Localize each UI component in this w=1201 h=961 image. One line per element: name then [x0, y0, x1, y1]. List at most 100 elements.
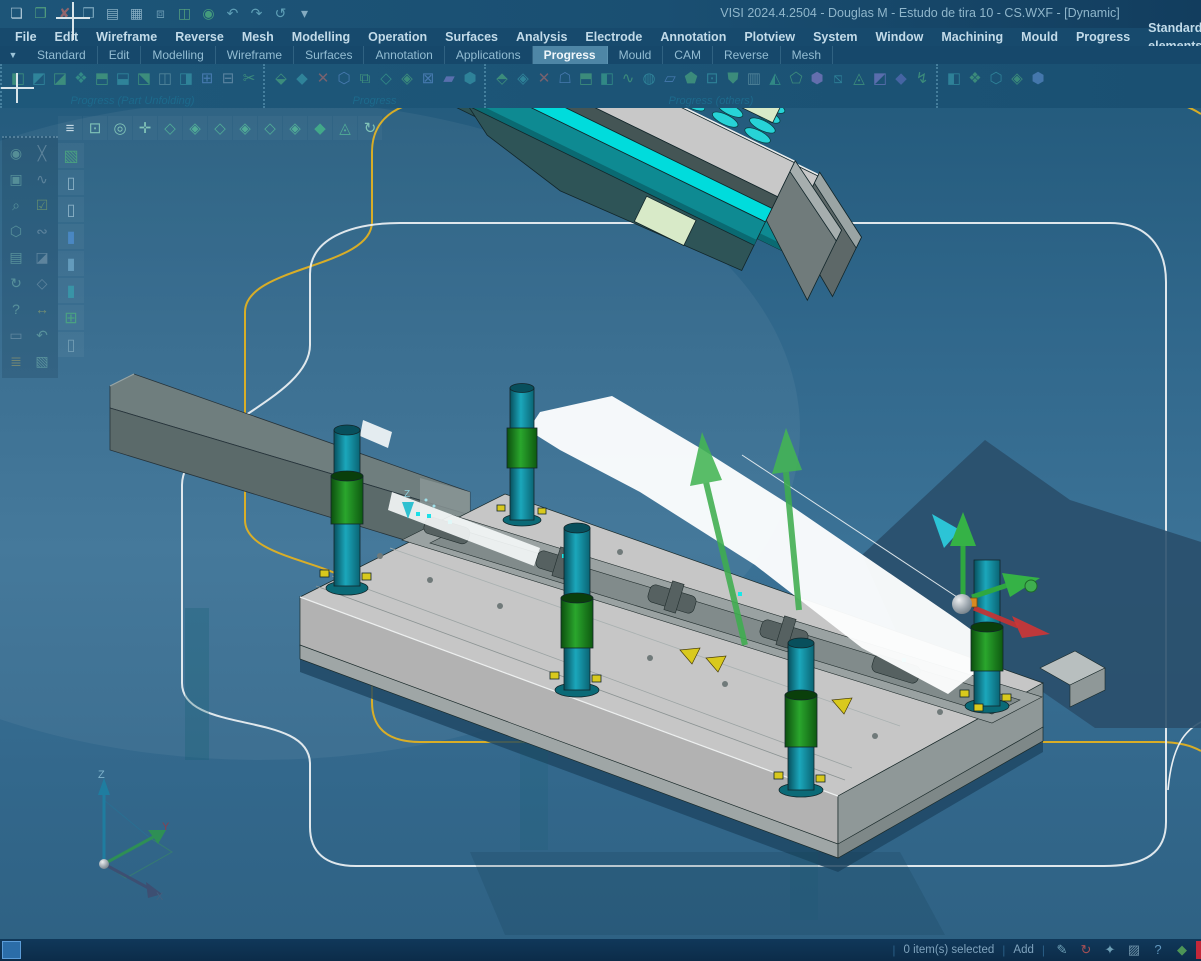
print-icon[interactable]: ◫: [174, 2, 195, 24]
hatch-icon[interactable]: ▧: [30, 350, 54, 372]
menu-item[interactable]: Wireframe: [87, 28, 166, 46]
toolbar-tab[interactable]: Annotation: [364, 46, 444, 64]
strip-layout-icon[interactable]: ⧉: [355, 66, 375, 90]
flow-tool-2-icon[interactable]: ❖: [965, 66, 985, 90]
open-profile-icon[interactable]: ⊞: [197, 66, 217, 90]
unbend-icon[interactable]: ⬓: [113, 66, 133, 90]
menu-item[interactable]: Reverse: [166, 28, 233, 46]
undo-icon[interactable]: ↶: [222, 2, 243, 24]
toolbar-tab[interactable]: Mesh: [781, 46, 833, 64]
view-strip-icon[interactable]: ⧅: [828, 66, 848, 90]
blank-development-icon[interactable]: ❖: [71, 66, 91, 90]
render-wireframe-icon[interactable]: ▯: [58, 170, 84, 195]
menu-item[interactable]: File: [6, 28, 46, 46]
help-tool-icon[interactable]: ?: [4, 298, 28, 320]
box-icon[interactable]: ◇: [30, 272, 54, 294]
insert-icon[interactable]: ✕: [534, 66, 554, 90]
options-icon[interactable]: ◆: [891, 66, 911, 90]
snap-view-icon[interactable]: ◉: [4, 142, 28, 164]
select-box-icon[interactable]: ▣: [4, 168, 28, 190]
menu-item[interactable]: Window: [867, 28, 933, 46]
save-all-icon[interactable]: ▦: [126, 2, 147, 24]
delete-icon[interactable]: ▭: [4, 324, 28, 346]
menu-item[interactable]: Mould: [1012, 28, 1067, 46]
menu-item[interactable]: Annotation: [651, 28, 735, 46]
strip-delete-icon[interactable]: ✕: [313, 66, 333, 90]
toolbar-tab[interactable]: Standard: [26, 46, 98, 64]
shaded-view-icon[interactable]: ◆: [308, 116, 332, 140]
flatten-icon[interactable]: ◫: [155, 66, 175, 90]
menu-item[interactable]: Progress: [1067, 28, 1139, 46]
workplane-icon[interactable]: ⬡: [4, 220, 28, 242]
zoom-extents-icon[interactable]: ⊡: [83, 116, 107, 140]
cam-icon[interactable]: ⬟: [681, 66, 701, 90]
nc-export-icon[interactable]: ⬠: [786, 66, 806, 90]
stage-paste-icon[interactable]: ◈: [397, 66, 417, 90]
strip-pilot-icon[interactable]: ⬡: [334, 66, 354, 90]
plane-icon[interactable]: ◪: [30, 246, 54, 268]
list-icon[interactable]: ≣: [4, 350, 28, 372]
die-icon[interactable]: ◈: [513, 66, 533, 90]
render-shaded-edges-icon[interactable]: ▮: [58, 251, 84, 276]
strip-settings-icon[interactable]: ⬢: [460, 66, 480, 90]
flow-tool-5-icon[interactable]: ⬢: [1028, 66, 1048, 90]
refresh-icon[interactable]: ↻: [4, 272, 28, 294]
spring-icon[interactable]: ∿: [618, 66, 638, 90]
search-icon[interactable]: ◉: [198, 2, 219, 24]
view-menu-icon[interactable]: ≡: [58, 116, 82, 140]
flow-tool-1-icon[interactable]: ◧: [944, 66, 964, 90]
title-bar[interactable]: ❏ ❐ ✘ ❒ ▤ ▦ ⧈: [0, 0, 1201, 28]
tool-assembly-icon[interactable]: ⬒: [576, 66, 596, 90]
wand-icon[interactable]: ✦: [1101, 942, 1119, 958]
render-add-icon[interactable]: ⊞: [58, 305, 84, 330]
dowel-icon[interactable]: ▱: [660, 66, 680, 90]
library-icon[interactable]: ◬: [849, 66, 869, 90]
part-report-icon[interactable]: ✂: [239, 66, 259, 90]
strip-new-icon[interactable]: ⬙: [271, 66, 291, 90]
render-ghost-icon[interactable]: ▯: [58, 332, 84, 357]
regen-icon[interactable]: ↻: [1077, 942, 1095, 958]
toolbar-tab[interactable]: Surfaces: [294, 46, 364, 64]
export-icon[interactable]: ⧈: [150, 2, 171, 24]
die-set-icon[interactable]: ⛊: [723, 66, 743, 90]
redo-icon[interactable]: ↷: [246, 2, 267, 24]
measure-icon[interactable]: ⬢: [807, 66, 827, 90]
iso-view-2-icon[interactable]: ◈: [183, 116, 207, 140]
menu-item[interactable]: Machining: [932, 28, 1012, 46]
toolbar-tab[interactable]: Wireframe: [216, 46, 294, 64]
menu-item[interactable]: Mesh: [233, 28, 283, 46]
rotate-view-icon[interactable]: ↻: [358, 116, 382, 140]
render-textured-icon[interactable]: ▮: [58, 278, 84, 303]
render-shaded-icon[interactable]: ▮: [58, 224, 84, 249]
save-icon[interactable]: ▤: [102, 2, 123, 24]
toolbar-tab[interactable]: Progress: [533, 46, 608, 64]
layers-icon[interactable]: ▤: [4, 246, 28, 268]
toolbar-tab[interactable]: Applications: [445, 46, 533, 64]
iso-view-3-icon[interactable]: ◇: [208, 116, 232, 140]
new-icon[interactable]: ❏: [6, 2, 27, 24]
menu-item[interactable]: Analysis: [507, 28, 576, 46]
confirm-icon[interactable]: ☑: [30, 194, 54, 216]
strip-report-icon[interactable]: ▰: [439, 66, 459, 90]
strip-edit-icon[interactable]: ◆: [292, 66, 312, 90]
flow-tool-3-icon[interactable]: ⬡: [986, 66, 1006, 90]
unfold-flange-icon[interactable]: ◪: [50, 66, 70, 90]
toolbar-tab[interactable]: Mould: [608, 46, 664, 64]
iso-view-6-icon[interactable]: ◈: [283, 116, 307, 140]
bend-sequence-icon[interactable]: ⬒: [92, 66, 112, 90]
select-curve-icon[interactable]: ∿: [30, 168, 54, 190]
close-profile-icon[interactable]: ⊟: [218, 66, 238, 90]
dynamic-view-icon[interactable]: ◬: [333, 116, 357, 140]
stage-copy-icon[interactable]: ◇: [376, 66, 396, 90]
measure-dist-icon[interactable]: ↔: [30, 298, 54, 320]
viewport-3d[interactable]: Z Z Y X: [0, 0, 1201, 961]
axis-view-icon[interactable]: ✛: [133, 116, 157, 140]
import-icon[interactable]: ❒: [78, 2, 99, 24]
filter-icon[interactable]: ▨: [1125, 942, 1143, 958]
menu-item[interactable]: Electrode: [576, 28, 651, 46]
iso-view-1-icon[interactable]: ◇: [158, 116, 182, 140]
clash-check-icon[interactable]: ◭: [765, 66, 785, 90]
snap-off-icon[interactable]: ╳: [30, 142, 54, 164]
guide-icon[interactable]: ◧: [597, 66, 617, 90]
menu-item[interactable]: Edit: [46, 28, 88, 46]
